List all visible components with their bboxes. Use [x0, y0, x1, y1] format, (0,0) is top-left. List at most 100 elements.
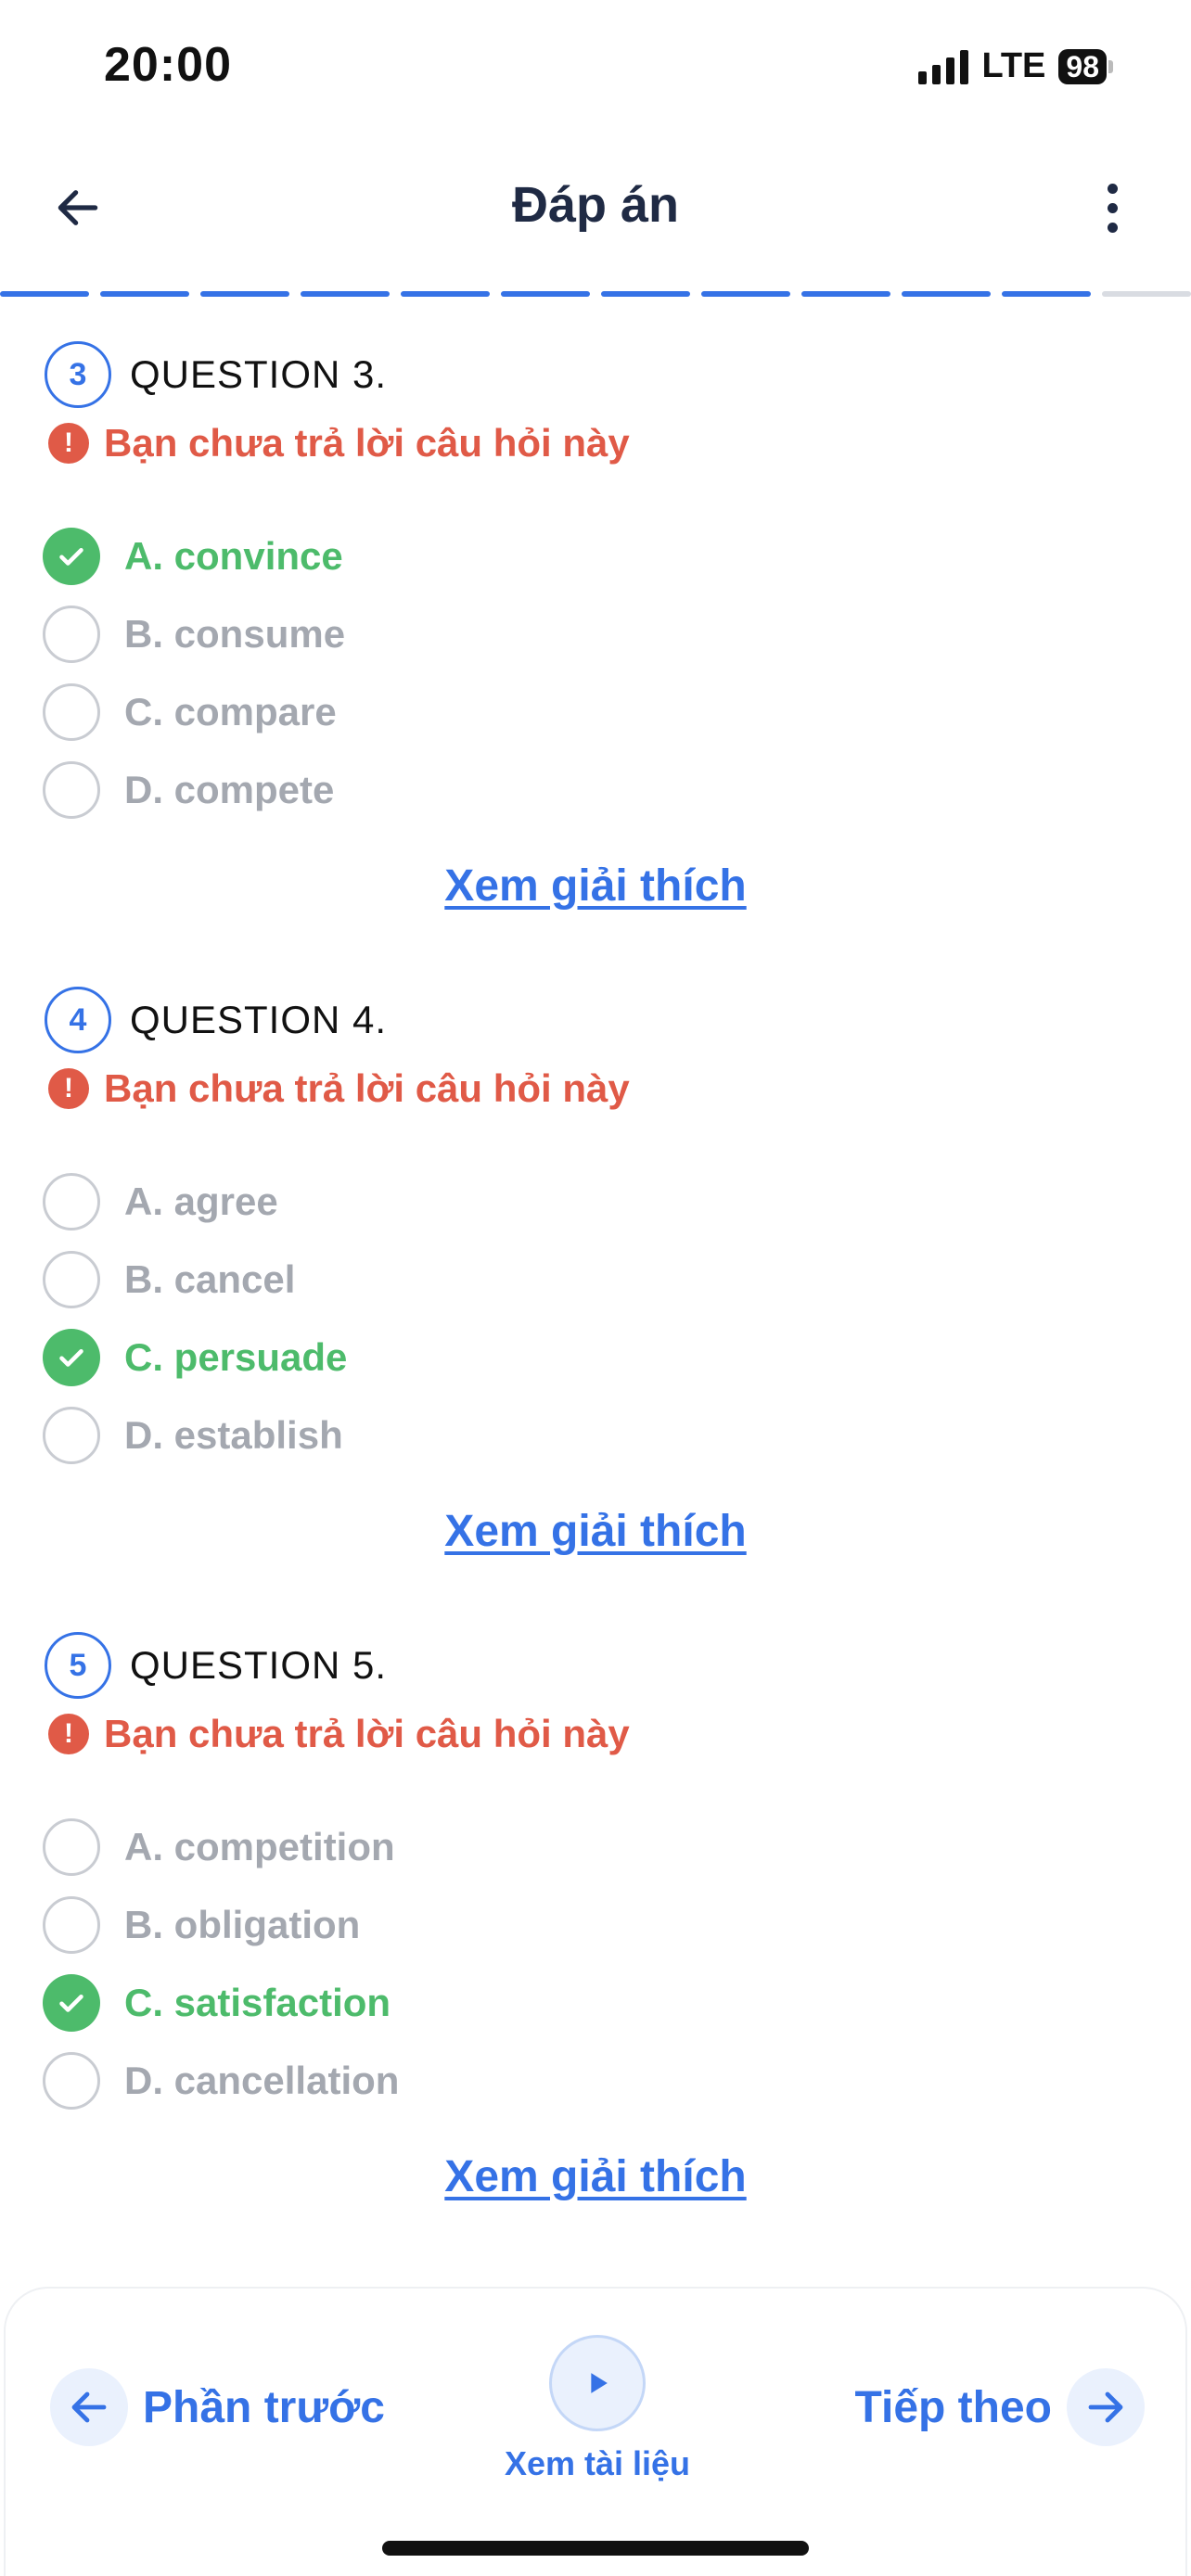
- radio-circle-icon: [43, 606, 100, 663]
- progress-segment-done: [401, 291, 490, 297]
- progress-segment-pending: [1102, 291, 1191, 297]
- more-dot-icon: [1107, 183, 1118, 194]
- answer-option-label: D. establish: [124, 1413, 343, 1457]
- battery-level: 98: [1058, 48, 1107, 84]
- explanation-link-wrap: Xem giải thích: [0, 861, 1191, 912]
- more-dot-icon: [1107, 202, 1118, 213]
- progress-segment-done: [1002, 291, 1091, 297]
- status-indicators: LTE 98: [918, 46, 1113, 86]
- question-card: 3 QUESTION 3. ! Bạn chưa trả lời câu hỏi…: [0, 341, 1191, 987]
- answer-option[interactable]: D. cancellation: [43, 2042, 399, 2120]
- radio-circle-icon: [43, 1818, 100, 1876]
- question-title: QUESTION 5.: [130, 1643, 388, 1687]
- status-time: 20:00: [104, 38, 232, 92]
- options-list: A. agree B. cancel C. persuade D. establish: [43, 1163, 347, 1474]
- answer-option[interactable]: A. agree: [43, 1163, 347, 1241]
- radio-circle-icon: [43, 1251, 100, 1308]
- unanswered-warning: ! Bạn chưa trả lời câu hỏi này: [48, 1712, 630, 1756]
- progress-segment-done: [501, 291, 590, 297]
- play-icon: [549, 2335, 646, 2431]
- warning-text: Bạn chưa trả lời câu hỏi này: [104, 421, 630, 465]
- radio-circle-icon: [43, 1173, 100, 1231]
- status-bar: 20:00 LTE 98: [0, 0, 1191, 130]
- answer-option-label: B. cancel: [124, 1257, 296, 1301]
- view-explanation-link[interactable]: Xem giải thích: [444, 861, 746, 911]
- radio-circle-icon: [43, 683, 100, 741]
- bottom-nav-bar: Phần trước Xem tài liệu Tiếp theo: [4, 2287, 1187, 2576]
- question-header: 5 QUESTION 5.: [45, 1632, 387, 1699]
- signal-icon: [918, 49, 969, 84]
- question-number-badge: 3: [45, 341, 111, 408]
- battery-tip: [1108, 59, 1113, 73]
- answer-option-label: D. cancellation: [124, 2059, 400, 2102]
- unanswered-warning: ! Bạn chưa trả lời câu hỏi này: [48, 421, 630, 465]
- answer-option-label: A. agree: [124, 1180, 278, 1223]
- progress-segment-done: [0, 291, 89, 297]
- answer-option[interactable]: A. convince: [43, 517, 345, 595]
- answer-option[interactable]: A. competition: [43, 1808, 399, 1886]
- answers-screen: 20:00 LTE 98 Đáp án 3 QUESTION 3. ! Bạn …: [0, 0, 1191, 2576]
- radio-circle-icon: [43, 761, 100, 819]
- app-header: Đáp án: [0, 148, 1191, 269]
- answer-option-label: D. compete: [124, 768, 335, 811]
- question-number-badge: 4: [45, 987, 111, 1053]
- progress-segment-done: [902, 291, 991, 297]
- answer-option-label: C. persuade: [124, 1335, 348, 1379]
- answer-option[interactable]: C. persuade: [43, 1319, 347, 1396]
- radio-circle-icon: [43, 1896, 100, 1954]
- question-title: QUESTION 4.: [130, 998, 388, 1041]
- explanation-link-wrap: Xem giải thích: [0, 1506, 1191, 1557]
- answer-option[interactable]: C. compare: [43, 673, 345, 751]
- radio-circle-icon: [43, 1407, 100, 1464]
- warning-text: Bạn chưa trả lời câu hỏi này: [104, 1066, 630, 1110]
- answer-option-label: A. convince: [124, 534, 343, 578]
- more-options-button[interactable]: [1089, 174, 1135, 241]
- radio-circle-icon: [43, 2052, 100, 2110]
- answer-option[interactable]: B. consume: [43, 595, 345, 673]
- progress-segment-done: [601, 291, 690, 297]
- answer-option[interactable]: D. compete: [43, 751, 345, 829]
- question-header: 3 QUESTION 3.: [45, 341, 387, 408]
- check-circle-icon: [43, 1329, 100, 1386]
- answer-option[interactable]: B. cancel: [43, 1241, 347, 1319]
- view-explanation-link[interactable]: Xem giải thích: [444, 1507, 746, 1556]
- answers-list: 3 QUESTION 3. ! Bạn chưa trả lời câu hỏi…: [0, 341, 1191, 2277]
- answer-option[interactable]: D. establish: [43, 1396, 347, 1474]
- next-label: Tiếp theo: [854, 2382, 1052, 2432]
- options-list: A. convince B. consume C. compare D. compet…: [43, 517, 345, 829]
- options-list: A. competition B. obligation C. satisfacti…: [43, 1808, 399, 2120]
- question-header: 4 QUESTION 4.: [45, 987, 387, 1053]
- home-indicator: [382, 2541, 809, 2556]
- network-label: LTE: [981, 46, 1046, 85]
- exclamation-icon: !: [48, 1068, 89, 1109]
- answer-option-label: A. competition: [124, 1825, 395, 1868]
- answer-option[interactable]: C. satisfaction: [43, 1964, 399, 2042]
- progress-segment-done: [701, 291, 790, 297]
- view-explanation-link[interactable]: Xem giải thích: [444, 2152, 746, 2201]
- answer-option-label: B. obligation: [124, 1903, 361, 1946]
- check-circle-icon: [43, 528, 100, 585]
- progress-segment-done: [301, 291, 390, 297]
- question-card: 4 QUESTION 4. ! Bạn chưa trả lời câu hỏi…: [0, 987, 1191, 1632]
- progress-segment-done: [100, 291, 189, 297]
- answer-option-label: C. compare: [124, 690, 337, 733]
- page-title: Đáp án: [511, 177, 680, 233]
- warning-text: Bạn chưa trả lời câu hỏi này: [104, 1712, 630, 1755]
- progress-segment-done: [801, 291, 890, 297]
- arrow-right-icon: [1067, 2368, 1145, 2446]
- battery-icon: 98: [1058, 48, 1113, 84]
- answer-option-label: B. consume: [124, 612, 346, 656]
- view-documents-label: Xem tài liệu: [504, 2444, 691, 2482]
- unanswered-warning: ! Bạn chưa trả lời câu hỏi này: [48, 1066, 630, 1111]
- answer-option[interactable]: B. obligation: [43, 1886, 399, 1964]
- question-number-badge: 5: [45, 1632, 111, 1699]
- check-circle-icon: [43, 1974, 100, 2032]
- question-card: 5 QUESTION 5. ! Bạn chưa trả lời câu hỏi…: [0, 1632, 1191, 2277]
- explanation-link-wrap: Xem giải thích: [0, 2151, 1191, 2202]
- next-button[interactable]: Tiếp theo: [855, 2368, 1145, 2446]
- exclamation-icon: !: [48, 423, 89, 464]
- question-progress: [0, 291, 1191, 297]
- answer-option-label: C. satisfaction: [124, 1981, 391, 2024]
- exclamation-icon: !: [48, 1714, 89, 1754]
- more-dot-icon: [1107, 222, 1118, 233]
